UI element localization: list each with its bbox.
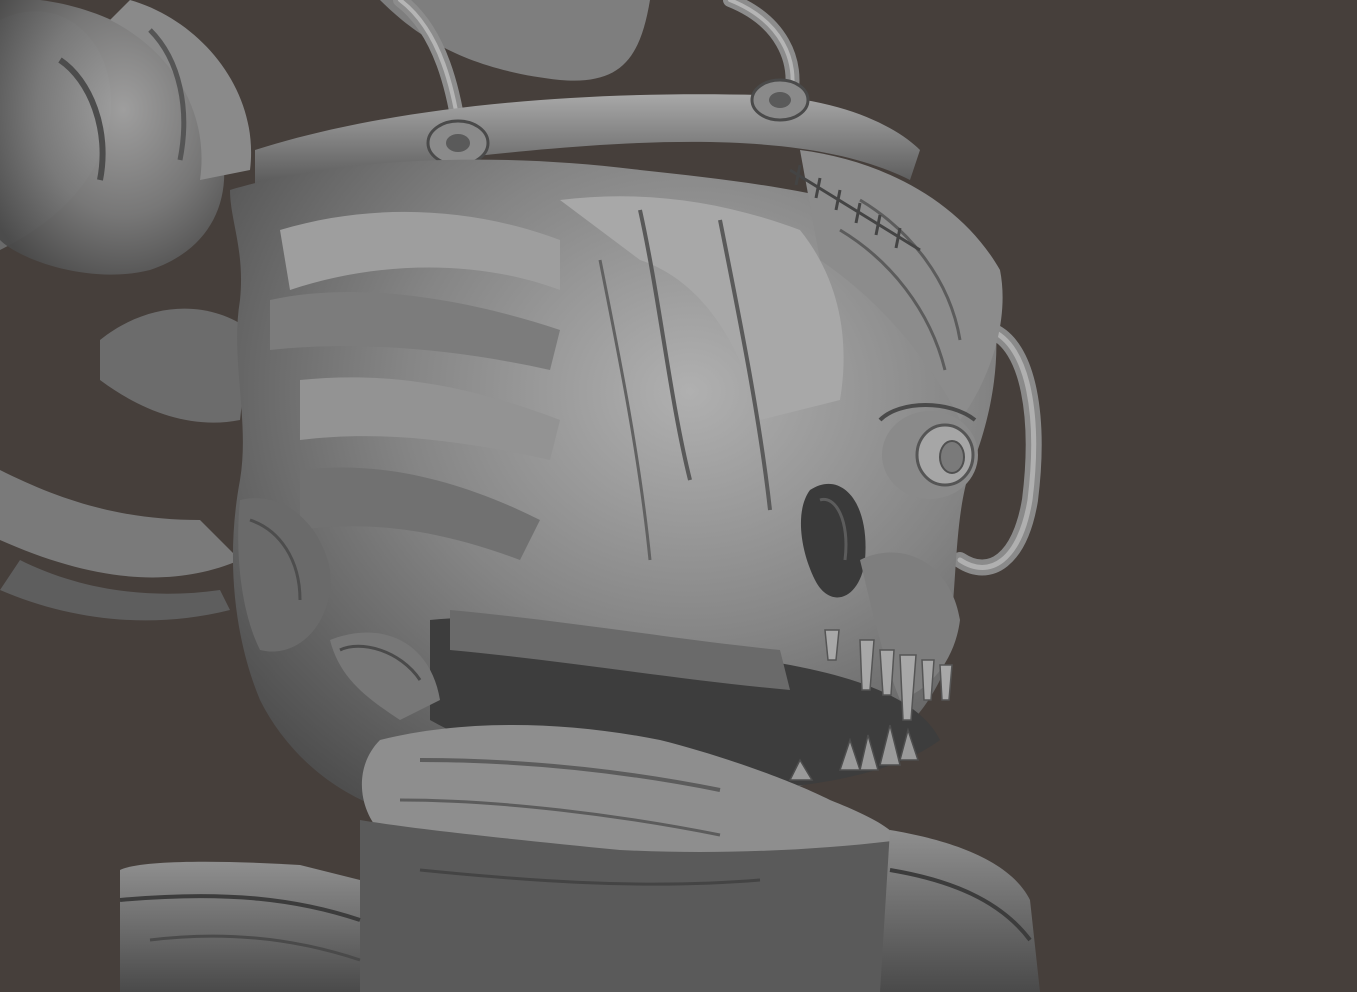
creature-head (230, 150, 1003, 873)
clay-creature-head-sculpt (0, 0, 1042, 992)
sculpt-viewport[interactable] (0, 0, 1357, 992)
